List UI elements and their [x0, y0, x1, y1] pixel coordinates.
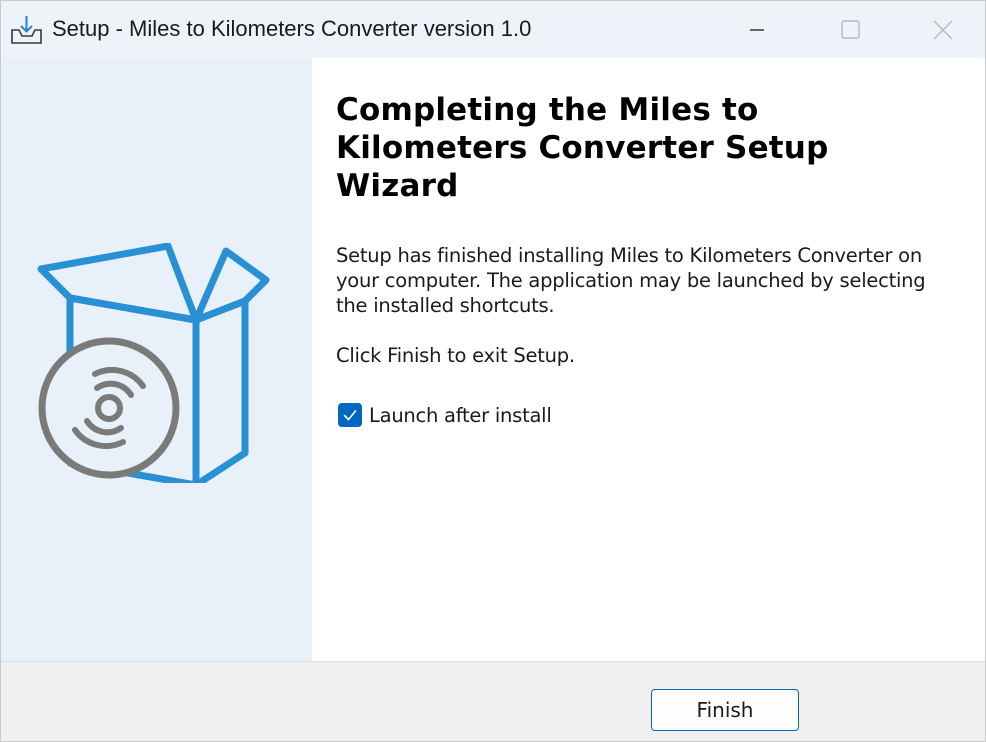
- checkmark-icon: [343, 410, 357, 421]
- wizard-content: Completing the Miles to Kilometers Conve…: [312, 58, 985, 661]
- page-title: Completing the Miles to Kilometers Conve…: [336, 92, 829, 204]
- maximize-icon: [841, 19, 860, 39]
- window-title: Setup - Miles to Kilometers Converter ve…: [52, 16, 532, 41]
- wizard-footer: Finish: [1, 661, 985, 741]
- minimize-button[interactable]: [711, 1, 803, 58]
- wizard-sidebar: [1, 58, 312, 661]
- finish-button[interactable]: Finish: [651, 689, 799, 731]
- close-icon: [933, 20, 953, 39]
- completion-description: Setup has finished installing Miles to K…: [336, 244, 926, 317]
- title-bar[interactable]: Setup - Miles to Kilometers Converter ve…: [1, 1, 985, 58]
- launch-checkbox[interactable]: [338, 403, 362, 427]
- launch-after-install-option[interactable]: Launch after install: [338, 403, 552, 427]
- close-button[interactable]: [897, 1, 985, 58]
- minimize-icon: [750, 28, 764, 31]
- launch-checkbox-label[interactable]: Launch after install: [369, 404, 552, 427]
- setup-window: Setup - Miles to Kilometers Converter ve…: [0, 0, 986, 742]
- exit-instruction: Click Finish to exit Setup.: [336, 344, 575, 367]
- software-box-icon: [37, 243, 270, 483]
- install-download-icon: [10, 14, 42, 46]
- maximize-button[interactable]: [805, 1, 897, 58]
